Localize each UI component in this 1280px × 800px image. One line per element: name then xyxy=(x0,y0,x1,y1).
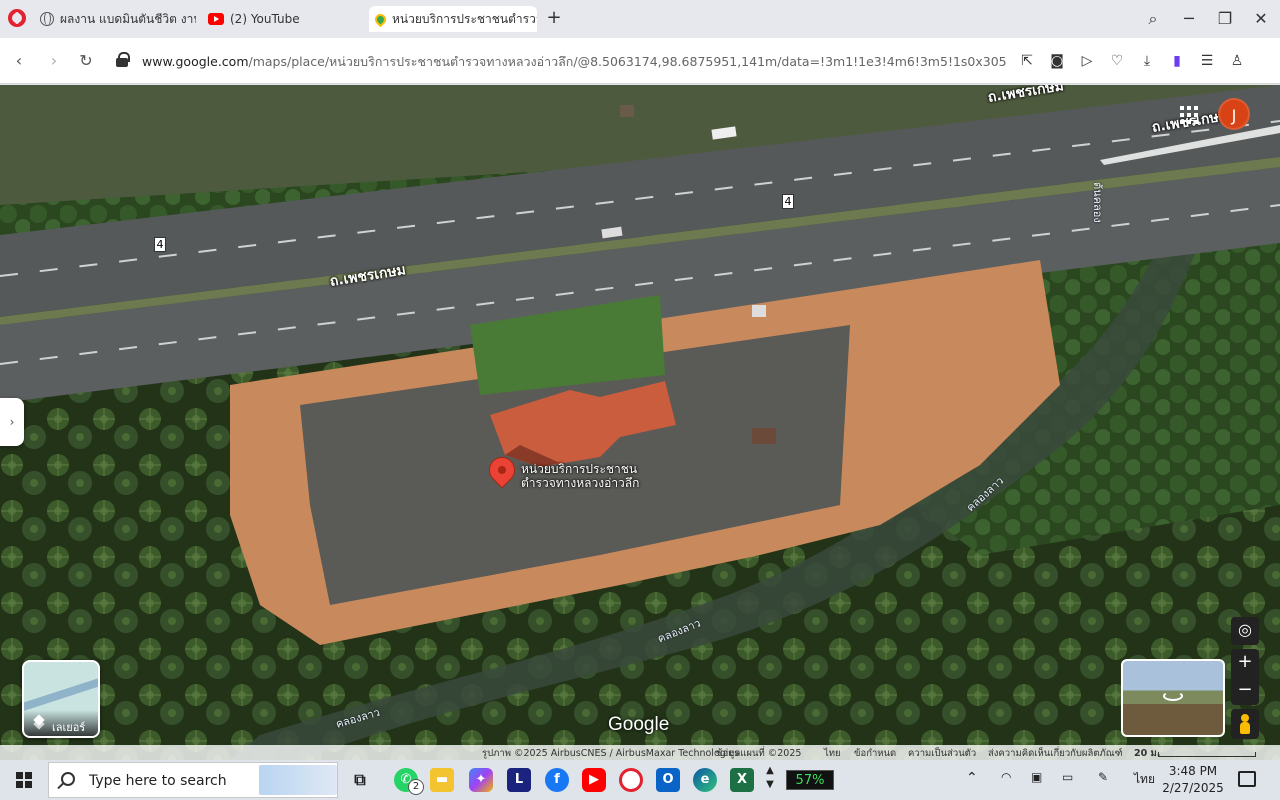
line-app-icon[interactable]: L xyxy=(507,768,531,792)
battery-percentage[interactable]: 57% xyxy=(786,770,834,790)
globe-icon xyxy=(40,12,54,26)
taskbar-search-input[interactable]: Type here to search xyxy=(48,762,338,798)
google-apps-icon[interactable] xyxy=(1180,106,1198,124)
search-highlight-image xyxy=(259,765,337,795)
battery-icon[interactable]: ▭ xyxy=(1062,770,1073,784)
facebook-icon[interactable]: f xyxy=(545,768,569,792)
address-bar[interactable]: www.google.com/maps/place/หน่วยบริการประ… xyxy=(142,52,1008,72)
profile-icon[interactable]: ♙ xyxy=(1226,50,1248,72)
street-view-thumbnail[interactable] xyxy=(1121,659,1225,737)
language-indicator[interactable]: ไทย xyxy=(1134,770,1155,789)
camera-icon[interactable]: ◙ xyxy=(1046,50,1068,72)
expand-side-panel-button[interactable]: › xyxy=(0,398,24,446)
layers-label: เลเยอร์ xyxy=(52,721,86,734)
battery-saver-icon[interactable]: ▮ xyxy=(1166,50,1188,72)
scale-bar xyxy=(1158,752,1256,757)
excel-icon[interactable]: X xyxy=(730,768,754,792)
highway-shield-right: 4 xyxy=(782,194,794,209)
windows-taskbar: Type here to search ⧉ ✆ ▬ ✦ L f ▶ O e X … xyxy=(0,760,1280,800)
place-name-line1: หน่วยบริการประชาชน xyxy=(521,462,638,476)
lock-icon[interactable] xyxy=(116,52,130,68)
notification-icon[interactable] xyxy=(1238,771,1256,787)
search-placeholder: Type here to search xyxy=(89,773,227,789)
terms-link[interactable]: ข้อกำหนด xyxy=(854,746,896,761)
layers-button[interactable]: เลเยอร์ xyxy=(22,660,100,738)
account-avatar[interactable]: J xyxy=(1218,98,1250,130)
outlook-icon[interactable]: O xyxy=(656,768,680,792)
scale-label[interactable]: 20 ม. xyxy=(1134,746,1160,761)
my-location-icon[interactable]: ◎ xyxy=(1231,617,1259,645)
share-icon[interactable]: ⇱ xyxy=(1016,50,1038,72)
layers-thumbnail xyxy=(24,671,98,713)
feedback-link[interactable]: ส่งความคิดเห็นเกี่ยวกับผลิตภัณฑ์ xyxy=(988,746,1122,761)
task-view-icon[interactable]: ⧉ xyxy=(348,768,372,792)
tab-youtube[interactable]: (2) YouTube xyxy=(202,6,362,32)
windows-start-icon[interactable] xyxy=(16,772,32,788)
send-icon[interactable]: ▷ xyxy=(1076,50,1098,72)
copilot-icon[interactable]: ✦ xyxy=(469,768,493,792)
screen: ผลงาน แบดมินตันชีวิต งานช่อง (2) YouTube… xyxy=(0,0,1280,800)
place-label[interactable]: หน่วยบริการประชาชน ตำรวจทางหลวงอ่าวลึก xyxy=(521,462,639,490)
privacy-link[interactable]: ความเป็นส่วนตัว xyxy=(908,746,976,761)
opera-logo-icon[interactable] xyxy=(8,9,26,27)
maximize-icon[interactable]: ❐ xyxy=(1214,8,1236,30)
map-canvas[interactable]: ถ.เพชรเกษม ถ.เพชรเกษม ถ.เพชรเกษม 4 4 ต้น… xyxy=(0,85,1280,760)
youtube-taskbar-icon[interactable]: ▶ xyxy=(582,768,606,792)
url-path: /maps/place/หน่วยบริการประชาชนตำรวจทางหล… xyxy=(248,54,1009,69)
download-icon[interactable]: ⤓ xyxy=(1136,50,1158,72)
forward-icon[interactable]: › xyxy=(43,50,65,72)
url-domain: www.google.com xyxy=(142,54,249,69)
layers-icon xyxy=(33,717,45,729)
rotate-360-icon xyxy=(1163,691,1183,701)
tray-overflow-icon[interactable]: ⌃ xyxy=(966,770,978,786)
heart-icon[interactable]: ♡ xyxy=(1106,50,1128,72)
youtube-icon xyxy=(208,13,224,25)
pen-icon[interactable]: ✎ xyxy=(1098,770,1108,784)
clock-date: 2/27/2025 xyxy=(1162,781,1224,795)
zoom-in-button[interactable]: + xyxy=(1231,649,1259,677)
edge-icon[interactable]: e xyxy=(693,768,717,792)
google-logo: Google xyxy=(608,714,670,735)
wifi-icon[interactable]: ◠ xyxy=(1001,770,1011,784)
clock-time: 3:48 PM xyxy=(1168,764,1218,778)
highway-shield-left: 4 xyxy=(154,237,166,252)
language-link[interactable]: ไทย xyxy=(824,746,841,761)
search-icon xyxy=(61,772,75,786)
whatsapp-badge: 2 xyxy=(408,779,424,795)
map-data-attribution: ข้อมูลแผนที่ ©2025 xyxy=(716,748,802,759)
easy-setup-icon[interactable]: ☰ xyxy=(1196,50,1218,72)
imagery-attribution: รูปภาพ ©2025 AirbusCNES / AirbusMaxar Te… xyxy=(482,748,740,759)
pegman-icon[interactable] xyxy=(1231,709,1259,739)
reload-icon[interactable]: ↻ xyxy=(75,50,97,72)
close-icon[interactable]: ✕ xyxy=(1250,8,1272,30)
map-attribution-bar: รูปภาพ ©2025 AirbusCNES / AirbusMaxar Te… xyxy=(0,745,1280,760)
back-icon[interactable]: ‹ xyxy=(8,50,30,72)
minimize-icon[interactable]: ─ xyxy=(1178,8,1200,30)
file-explorer-icon[interactable]: ▬ xyxy=(430,768,454,792)
taskbar-clock[interactable]: 3:48 PM 2/27/2025 xyxy=(1160,763,1226,797)
new-tab-button[interactable]: + xyxy=(546,9,562,27)
meet-now-icon[interactable]: ▣ xyxy=(1031,770,1042,784)
maps-icon xyxy=(372,11,389,27)
canal-label: ต้นคลอง xyxy=(1091,182,1104,223)
chevron-up-down-icon[interactable]: ▲ ▼ xyxy=(762,764,778,790)
browser-toolbar: ‹ › ↻ www.google.com/maps/place/หน่วยบริ… xyxy=(0,38,1280,112)
browser-tab-strip: ผลงาน แบดมินตันชีวิต งานช่อง (2) YouTube… xyxy=(0,0,1280,38)
tab-badminton[interactable]: ผลงาน แบดมินตันชีวิต งานช่อง xyxy=(34,6,196,32)
opera-taskbar-icon[interactable] xyxy=(619,768,643,792)
search-tabs-icon[interactable]: ⌕ xyxy=(1142,8,1164,30)
satellite-imagery xyxy=(0,85,1280,760)
zoom-out-button[interactable]: − xyxy=(1231,677,1259,705)
place-name-line2: ตำรวจทางหลวงอ่าวลึก xyxy=(521,476,640,490)
tab-google-maps[interactable]: หน่วยบริการประชาชนตำรวจทา xyxy=(369,6,537,32)
